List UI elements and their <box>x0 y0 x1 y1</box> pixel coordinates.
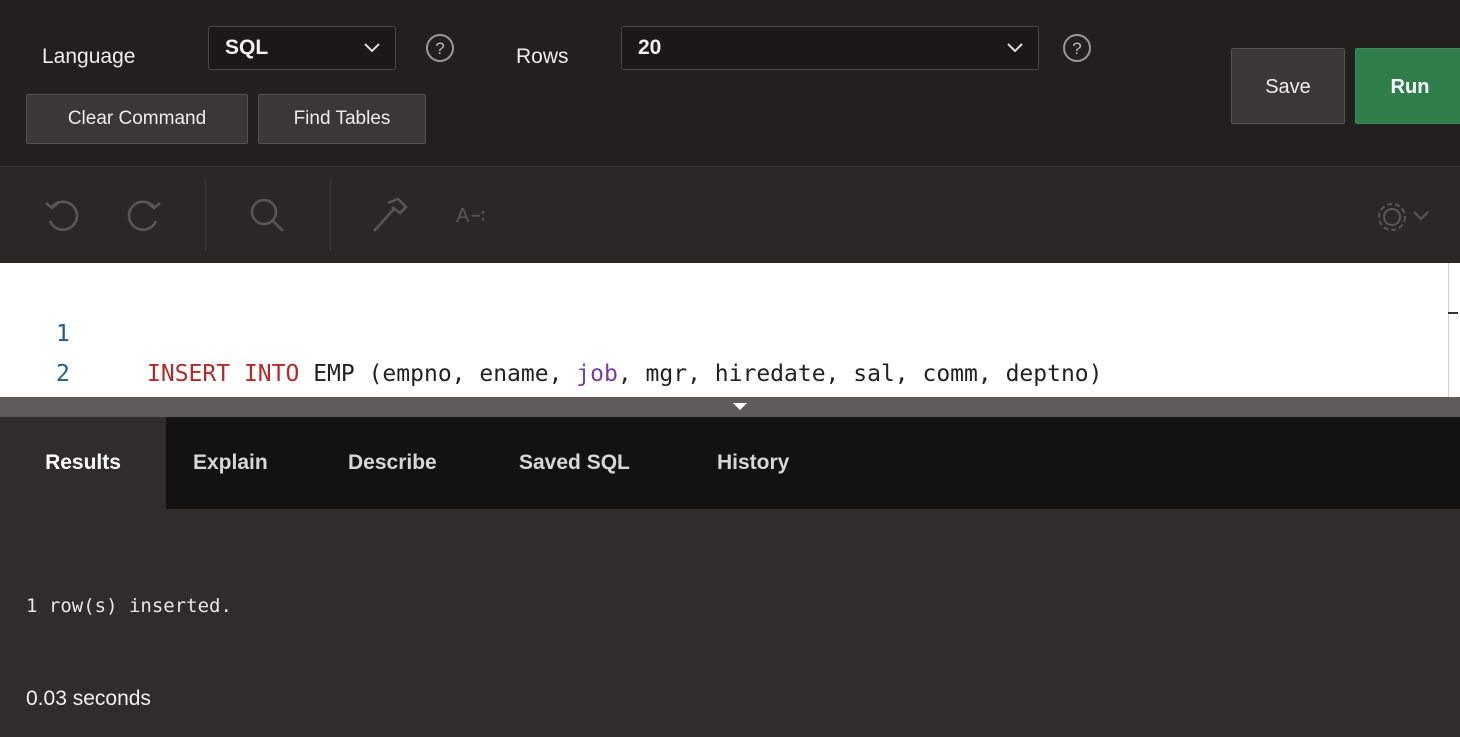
run-button[interactable]: Run <box>1355 48 1460 124</box>
tab-saved-sql[interactable]: Saved SQL <box>519 417 630 509</box>
editor-toolbar: A∹ <box>0 167 1460 263</box>
pane-splitter[interactable] <box>0 397 1460 417</box>
results-tabs: Results Explain Describe Saved SQL Histo… <box>0 417 1460 509</box>
search-icon[interactable] <box>245 193 289 237</box>
language-select[interactable]: SQL <box>208 26 396 70</box>
code-line: 2 VALUES (9999, 'IONESCU', 'ANALYST', 75… <box>0 314 1448 427</box>
tab-results[interactable]: Results <box>0 417 166 509</box>
code-line: 3 <box>0 354 1448 427</box>
rows-help-icon[interactable]: ? <box>1063 34 1091 62</box>
collapse-arrow-icon[interactable] <box>733 403 747 410</box>
rows-value: 20 <box>638 36 662 59</box>
tab-describe[interactable]: Describe <box>348 417 437 509</box>
clear-command-button[interactable]: Clear Command <box>26 94 248 144</box>
language-value: SQL <box>225 36 269 59</box>
code-editor[interactable]: 1 INSERT INTO EMP (empno, ename, job, mg… <box>0 263 1448 427</box>
result-message: 1 row(s) inserted. <box>26 595 232 617</box>
settings-icon[interactable] <box>1374 197 1440 237</box>
autocomplete-icon[interactable]: A∹ <box>456 203 486 228</box>
hammer-icon[interactable] <box>368 193 412 237</box>
redo-icon[interactable] <box>124 195 164 235</box>
toolbar-divider <box>205 179 206 251</box>
chevron-down-icon <box>1007 43 1023 53</box>
rows-label: Rows <box>516 45 569 68</box>
save-button[interactable]: Save <box>1231 48 1345 124</box>
editor-scrollbar[interactable] <box>1448 263 1460 397</box>
command-toolbar: Language SQL ? Rows 20 ? Clear Command F… <box>0 0 1460 167</box>
language-label: Language <box>42 45 136 68</box>
toolbar-divider <box>330 179 331 251</box>
code-line: 1 INSERT INTO EMP (empno, ename, job, mg… <box>0 274 1448 387</box>
rows-select[interactable]: 20 <box>621 26 1039 70</box>
results-panel: 1 row(s) inserted. 0.03 seconds <box>0 509 1460 737</box>
undo-icon[interactable] <box>42 195 82 235</box>
execution-time: 0.03 seconds <box>26 687 151 710</box>
tab-explain[interactable]: Explain <box>193 417 268 509</box>
find-tables-button[interactable]: Find Tables <box>258 94 426 144</box>
overflow-marker <box>1448 312 1458 314</box>
chevron-down-icon <box>364 43 380 53</box>
language-help-icon[interactable]: ? <box>426 34 454 62</box>
tab-history[interactable]: History <box>717 417 789 509</box>
